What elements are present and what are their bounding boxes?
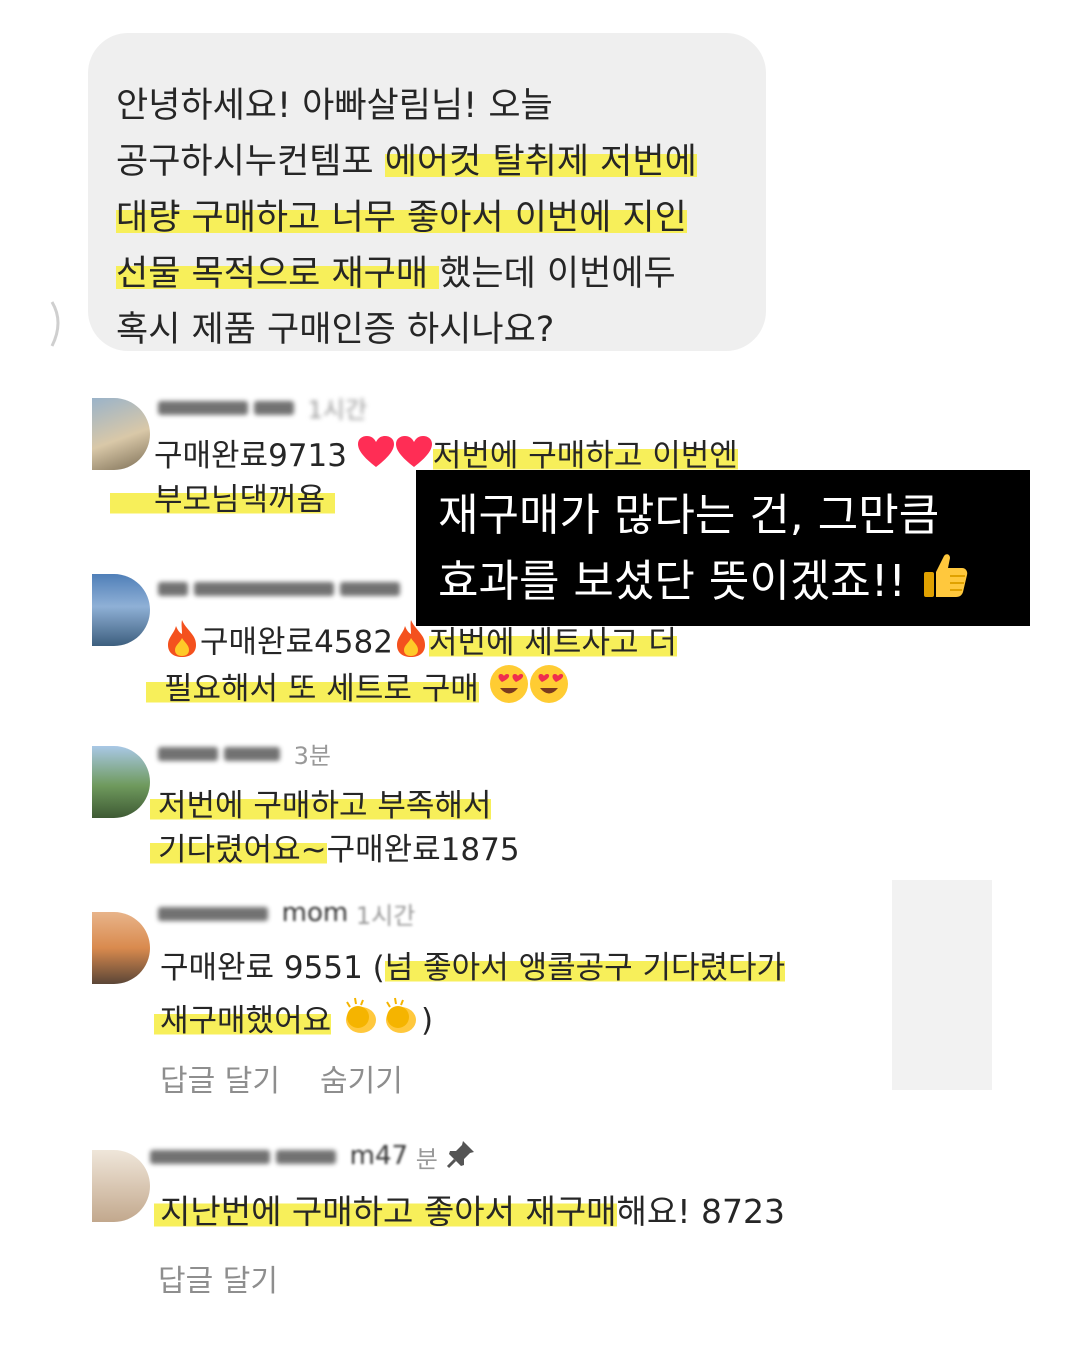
dm-message-bubble: 안녕하세요! 아빠살림님! 오늘 공구하시누컨템포 에어컷 탈취제 저번에 대량…: [88, 33, 766, 351]
dm-line-2-plain: 공구하시누컨템포: [116, 142, 385, 182]
comment-username[interactable]: 1시간: [158, 390, 367, 424]
comment-text-plain: 구매완료 9551 (: [160, 950, 385, 986]
comment-text-line-2: 기다렸어요~구매완료1875: [150, 828, 520, 872]
comment-time: 1시간: [307, 396, 368, 424]
clapping-hands-icon: [381, 996, 421, 1048]
thumbs-up-icon: [920, 550, 972, 618]
comment-text-plain: 구매완료4582: [200, 624, 393, 661]
dm-line-2: 공구하시누컨템포 에어컷 탈취제 저번에: [116, 137, 697, 187]
comment-time: 1시간: [355, 902, 416, 930]
heart-eyes-emoji-icon: [529, 664, 569, 716]
dm-line-1: 안녕하세요! 아빠살림님! 오늘: [116, 86, 553, 126]
dm-line-2-highlight: 에어컷 탈취제 저번에: [384, 142, 697, 182]
comment-text-plain: 해요! 8723: [616, 1192, 785, 1231]
comment-username[interactable]: mom 1시간: [158, 896, 415, 930]
comment-text-line-1: 지난번에 구매하고 좋아서 재구매해요! 8723: [154, 1190, 785, 1234]
comment-text-highlight: 부모님댁꺼욤: [110, 482, 336, 518]
comment-text-highlight: 저번에 구매하고 이번엔: [432, 438, 738, 474]
hide-button[interactable]: 숨기기: [320, 1056, 403, 1100]
comment-text-line-2: 필요해서 또 세트로 구매: [146, 664, 569, 716]
caption-line-2: 효과를 보셨단 뜻이겠죠!!: [438, 550, 972, 618]
comment-text-highlight: 저번에 세트사고 더: [428, 624, 677, 661]
comment-time: 분: [415, 1145, 438, 1174]
comment-username[interactable]: m47 분: [150, 1138, 477, 1174]
comment-text-highlight: 지난번에 구매하고 좋아서 재구매: [154, 1192, 617, 1231]
dm-line-5: 혹시 제품 구매인증 하시나요?: [116, 310, 555, 350]
comment-text-highlight: 저번에 구매하고 부족해서: [150, 788, 492, 824]
comment-text-plain: ): [420, 1002, 434, 1039]
comment-text-line-2: 재구매했어요 ): [154, 996, 433, 1048]
dm-line-3: 대량 구매하고 너무 좋아서 이번에 지인: [116, 193, 687, 243]
comment-text-line-2: 부모님댁꺼욤: [110, 478, 336, 522]
heart-eyes-emoji-icon: [489, 664, 529, 716]
comment-text-highlight: 넘 좋아서 앵콜공구 기다렸다가: [384, 950, 786, 986]
dm-line-4-plain: 했는데 이번에두: [439, 254, 676, 294]
comment-text-plain: 구매완료9713: [154, 438, 347, 474]
comment-time: 3분: [293, 742, 331, 770]
fire-icon: [164, 618, 200, 670]
comment-username[interactable]: 3분: [158, 736, 331, 770]
caption-overlay: 재구매가 많다는 건, 그만큼 효과를 보셨단 뜻이겠죠!!: [416, 470, 1030, 626]
dm-line-3-highlight: 대량 구매하고 너무 좋아서 이번에 지인: [116, 198, 687, 238]
pin-icon: [445, 1138, 477, 1176]
dm-line-4-highlight: 선물 목적으로 재구매: [116, 254, 440, 294]
red-heart-icon: [357, 435, 395, 481]
comment-username-text[interactable]: mom: [282, 898, 349, 928]
comment-text-highlight: 기다렸어요~: [150, 832, 327, 868]
comment-text-line-1: 구매완료 9551 (넘 좋아서 앵콜공구 기다렸다가: [160, 946, 786, 990]
faint-background-block: [892, 880, 992, 1090]
comment-text-plain: 구매완료1875: [326, 832, 520, 868]
comment-username-text[interactable]: m47: [350, 1141, 408, 1171]
comment-username[interactable]: [158, 574, 406, 602]
reply-button[interactable]: 답글 달기: [160, 1056, 280, 1100]
caption-line-1: 재구매가 많다는 건, 그만큼: [438, 490, 940, 541]
reply-button[interactable]: 답글 달기: [158, 1256, 278, 1300]
comment-text-highlight: 재구매했어요: [154, 1002, 332, 1039]
comment-text-line-1: 저번에 구매하고 부족해서: [150, 784, 492, 828]
caption-line-2-text: 효과를 보셨단 뜻이겠죠!!: [438, 556, 907, 607]
comment-text-highlight: 필요해서 또 세트로 구매: [146, 670, 479, 707]
bubble-tail-icon: [50, 301, 60, 347]
dm-line-4: 선물 목적으로 재구매 했는데 이번에두: [116, 249, 676, 299]
clapping-hands-icon: [341, 996, 381, 1048]
